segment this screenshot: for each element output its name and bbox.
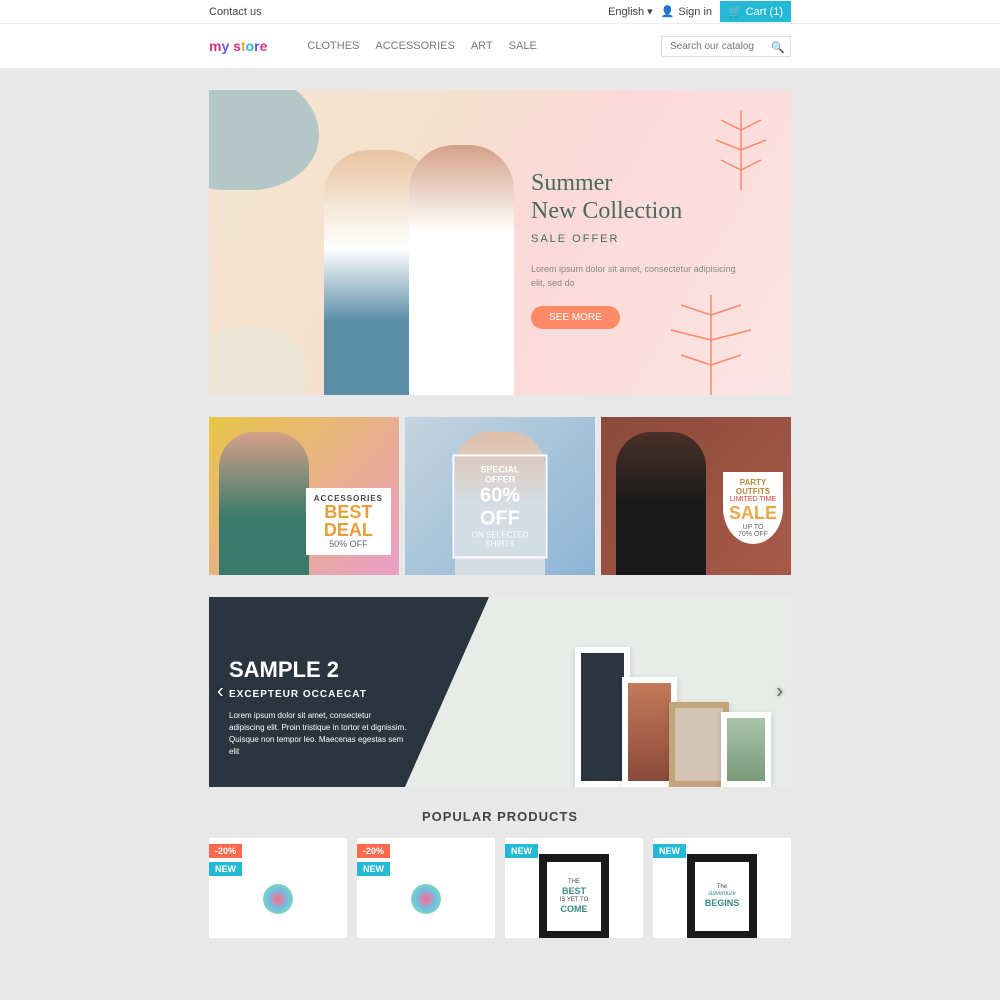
promo-label: SPECIAL OFFER [467, 464, 534, 484]
carousel-title: SAMPLE 2 [229, 657, 409, 683]
nav-art[interactable]: ART [471, 40, 493, 52]
promo-percent: 50% OFF [314, 539, 383, 549]
promo-upto: UP TO70% OFF [729, 524, 777, 538]
hero-description: Lorem ipsum dolor sit amet, consectetur … [531, 263, 751, 290]
user-icon: 👤 [661, 5, 675, 18]
promo-row: ACCESSORIES BESTDEAL 50% OFF SPECIAL OFF… [209, 417, 791, 575]
main-nav: CLOTHES ACCESSORIES ART SALE [307, 40, 536, 52]
carousel-description: Lorem ipsum dolor sit amet, consectetur … [229, 710, 409, 758]
search-icon[interactable]: 🔍 [771, 41, 785, 54]
promo-image [219, 432, 309, 575]
carousel-next-icon[interactable]: › [776, 681, 783, 704]
carousel-prev-icon[interactable]: ‹ [217, 681, 224, 704]
decorative-blob [209, 325, 309, 395]
carousel-frames [575, 647, 771, 787]
new-badge: NEW [209, 862, 242, 876]
discount-badge: -20% [209, 844, 242, 858]
promo-percent: 60% OFF [467, 484, 534, 530]
product-grid: -20% NEW -20% NEW NEW THEBESTIS YET TOCO… [209, 838, 791, 938]
frame-image [669, 702, 729, 787]
promo-sub: ON SELECTED SHIRTS [467, 530, 534, 548]
header: my store CLOTHES ACCESSORIES ART SALE 🔍 [0, 24, 1000, 68]
popular-products-title: POPULAR PRODUCTS [422, 809, 578, 824]
hero-subtitle: SALE OFFER [531, 233, 751, 245]
search-box: 🔍 [661, 36, 791, 57]
promo-sale: SALE [729, 503, 777, 524]
nav-clothes[interactable]: CLOTHES [307, 40, 359, 52]
signin-link[interactable]: 👤Sign in [661, 5, 712, 18]
logo[interactable]: my store [209, 38, 267, 54]
new-badge: NEW [653, 844, 686, 858]
promo-shirts[interactable]: SPECIAL OFFER 60% OFF ON SELECTED SHIRTS [405, 417, 595, 575]
promo-label: PARTYOUTFITS [729, 478, 777, 496]
new-badge: NEW [357, 862, 390, 876]
product-image [243, 856, 313, 936]
nav-sale[interactable]: SALE [509, 40, 537, 52]
contact-link[interactable]: Contact us [209, 6, 262, 18]
product-card[interactable]: -20% NEW [357, 838, 495, 938]
cart-icon: 🛒 [728, 5, 742, 18]
frame-image [721, 712, 771, 787]
topbar: Contact us English▾ 👤Sign in 🛒Cart (1) [0, 0, 1000, 24]
decorative-blob [209, 90, 319, 190]
hero-banner[interactable]: SummerNew Collection SALE OFFER Lorem ip… [209, 90, 791, 395]
hero-image-person [409, 145, 514, 395]
product-image: TheAdventureBEGINS [687, 854, 757, 938]
product-image: THEBESTIS YET TOCOME [539, 854, 609, 938]
product-image [391, 856, 461, 936]
promo-image [616, 432, 706, 575]
product-card[interactable]: -20% NEW [209, 838, 347, 938]
product-card[interactable]: NEW TheAdventureBEGINS [653, 838, 791, 938]
carousel-subtitle: EXCEPTEUR OCCAECAT [229, 689, 409, 700]
hero-title: SummerNew Collection [531, 170, 751, 225]
carousel-banner: ‹ › SAMPLE 2 EXCEPTEUR OCCAECAT Lorem ip… [209, 597, 791, 787]
discount-badge: -20% [357, 844, 390, 858]
promo-deal: BESTDEAL [314, 503, 383, 539]
chevron-down-icon: ▾ [647, 5, 653, 18]
nav-accessories[interactable]: ACCESSORIES [375, 40, 454, 52]
promo-party[interactable]: PARTYOUTFITS LIMITED TIME SALE UP TO70% … [601, 417, 791, 575]
cart-button[interactable]: 🛒Cart (1) [720, 1, 791, 22]
promo-accessories[interactable]: ACCESSORIES BESTDEAL 50% OFF [209, 417, 399, 575]
new-badge: NEW [505, 844, 538, 858]
language-selector[interactable]: English▾ [608, 5, 653, 18]
product-card[interactable]: NEW THEBESTIS YET TOCOME [505, 838, 643, 938]
see-more-button[interactable]: SEE MORE [531, 306, 620, 329]
promo-limited: LIMITED TIME [729, 496, 777, 503]
